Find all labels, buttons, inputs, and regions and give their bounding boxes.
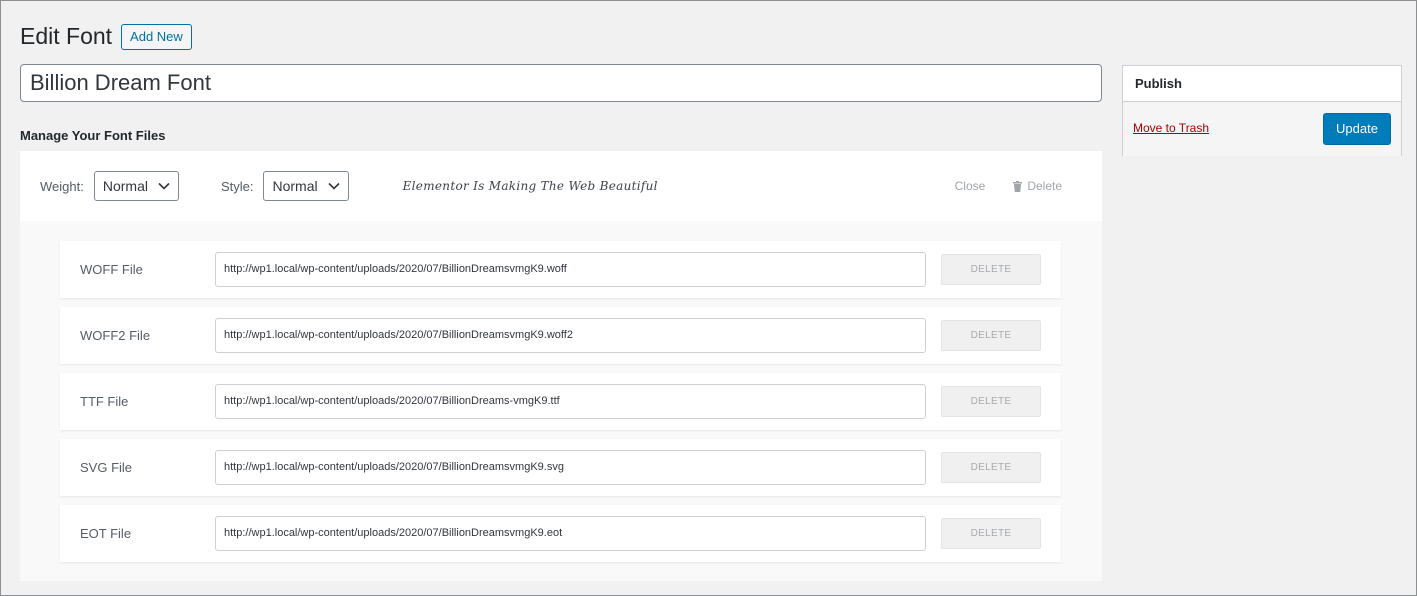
file-label: SVG File xyxy=(80,460,133,475)
font-preview-text: Elementor Is Making The Web Beautiful xyxy=(402,179,658,193)
file-delete-button[interactable]: DELETE xyxy=(941,518,1041,549)
file-row-svg: SVG File http://wp1.local/wp-content/upl… xyxy=(60,439,1061,496)
file-label: TTF File xyxy=(80,394,129,409)
font-title-input[interactable]: Billion Dream Font xyxy=(20,64,1102,102)
section-heading: Manage Your Font Files xyxy=(20,128,166,143)
file-url-input[interactable]: http://wp1.local/wp-content/uploads/2020… xyxy=(215,384,926,419)
add-new-button[interactable]: Add New xyxy=(121,23,192,50)
delete-variation-link[interactable]: Delete xyxy=(1013,179,1062,193)
trash-icon xyxy=(1013,180,1023,192)
page-title: Edit Font xyxy=(20,23,113,49)
font-variation-panel: Weight: Normal Style: Normal Elementor I… xyxy=(20,151,1102,581)
variation-toolbar: Weight: Normal Style: Normal Elementor I… xyxy=(20,151,1102,221)
file-label: EOT File xyxy=(80,526,132,541)
file-delete-button[interactable]: DELETE xyxy=(941,386,1041,417)
publish-actions: Move to Trash Update xyxy=(1123,102,1401,156)
style-label: Style: xyxy=(220,178,254,194)
file-row-ttf: TTF File http://wp1.local/wp-content/upl… xyxy=(60,373,1061,430)
file-row-woff2: WOFF2 File http://wp1.local/wp-content/u… xyxy=(60,307,1061,364)
file-url-input[interactable]: http://wp1.local/wp-content/uploads/2020… xyxy=(215,252,926,287)
publish-box: Publish Move to Trash Update xyxy=(1122,65,1402,156)
chevron-down-icon xyxy=(328,182,340,190)
delete-variation-label: Delete xyxy=(1027,179,1062,193)
weight-select-value: Normal xyxy=(102,178,148,194)
file-url-input[interactable]: http://wp1.local/wp-content/uploads/2020… xyxy=(215,516,926,551)
close-link[interactable]: Close xyxy=(955,179,986,193)
file-delete-button[interactable]: DELETE xyxy=(941,320,1041,351)
weight-label: Weight: xyxy=(40,178,84,194)
file-url-input[interactable]: http://wp1.local/wp-content/uploads/2020… xyxy=(215,450,926,485)
file-row-woff: WOFF File http://wp1.local/wp-content/up… xyxy=(60,241,1061,298)
weight-select[interactable]: Normal xyxy=(93,171,179,201)
move-to-trash-link[interactable]: Move to Trash xyxy=(1133,121,1209,135)
style-select[interactable]: Normal xyxy=(263,171,349,201)
update-button[interactable]: Update xyxy=(1323,113,1391,145)
file-label: WOFF File xyxy=(80,262,143,277)
file-url-input[interactable]: http://wp1.local/wp-content/uploads/2020… xyxy=(215,318,926,353)
publish-heading: Publish xyxy=(1123,66,1401,102)
file-delete-button[interactable]: DELETE xyxy=(941,254,1041,285)
chevron-down-icon xyxy=(158,182,170,190)
file-label: WOFF2 File xyxy=(80,328,151,343)
style-select-value: Normal xyxy=(272,178,318,194)
file-row-eot: EOT File http://wp1.local/wp-content/upl… xyxy=(60,505,1061,562)
file-delete-button[interactable]: DELETE xyxy=(941,452,1041,483)
page-header: Edit Font Add New xyxy=(20,23,192,50)
